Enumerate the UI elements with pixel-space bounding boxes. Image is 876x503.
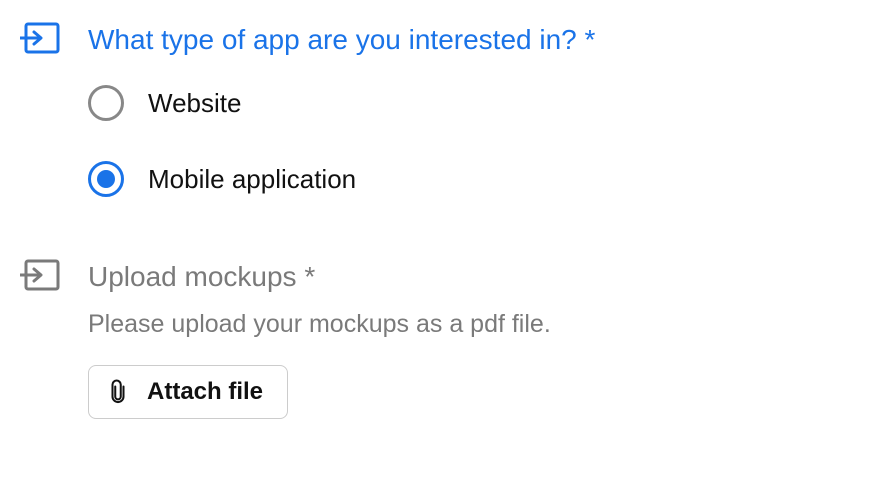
attach-file-button[interactable]: Attach file bbox=[88, 365, 288, 419]
indent-right-icon bbox=[20, 259, 60, 291]
attach-file-label: Attach file bbox=[147, 378, 263, 406]
question-app-type: What type of app are you interested in? … bbox=[20, 20, 856, 197]
radio-icon bbox=[88, 161, 124, 197]
radio-label: Mobile application bbox=[148, 164, 356, 195]
radio-option-website[interactable]: Website bbox=[88, 85, 856, 121]
question-upload-mockups: Upload mockups * Please upload your mock… bbox=[20, 257, 856, 419]
question-title: What type of app are you interested in? … bbox=[88, 20, 595, 59]
question-header: What type of app are you interested in? … bbox=[20, 20, 856, 59]
radio-inner-dot bbox=[97, 170, 115, 188]
radio-group-app-type: Website Mobile application bbox=[88, 85, 856, 197]
indent-right-icon bbox=[20, 22, 60, 54]
paperclip-icon bbox=[107, 378, 129, 406]
helper-text: Please upload your mockups as a pdf file… bbox=[88, 310, 856, 339]
question-header: Upload mockups * bbox=[20, 257, 856, 296]
radio-label: Website bbox=[148, 88, 241, 119]
question-title: Upload mockups * bbox=[88, 257, 315, 296]
radio-option-mobile-application[interactable]: Mobile application bbox=[88, 161, 856, 197]
radio-icon bbox=[88, 85, 124, 121]
